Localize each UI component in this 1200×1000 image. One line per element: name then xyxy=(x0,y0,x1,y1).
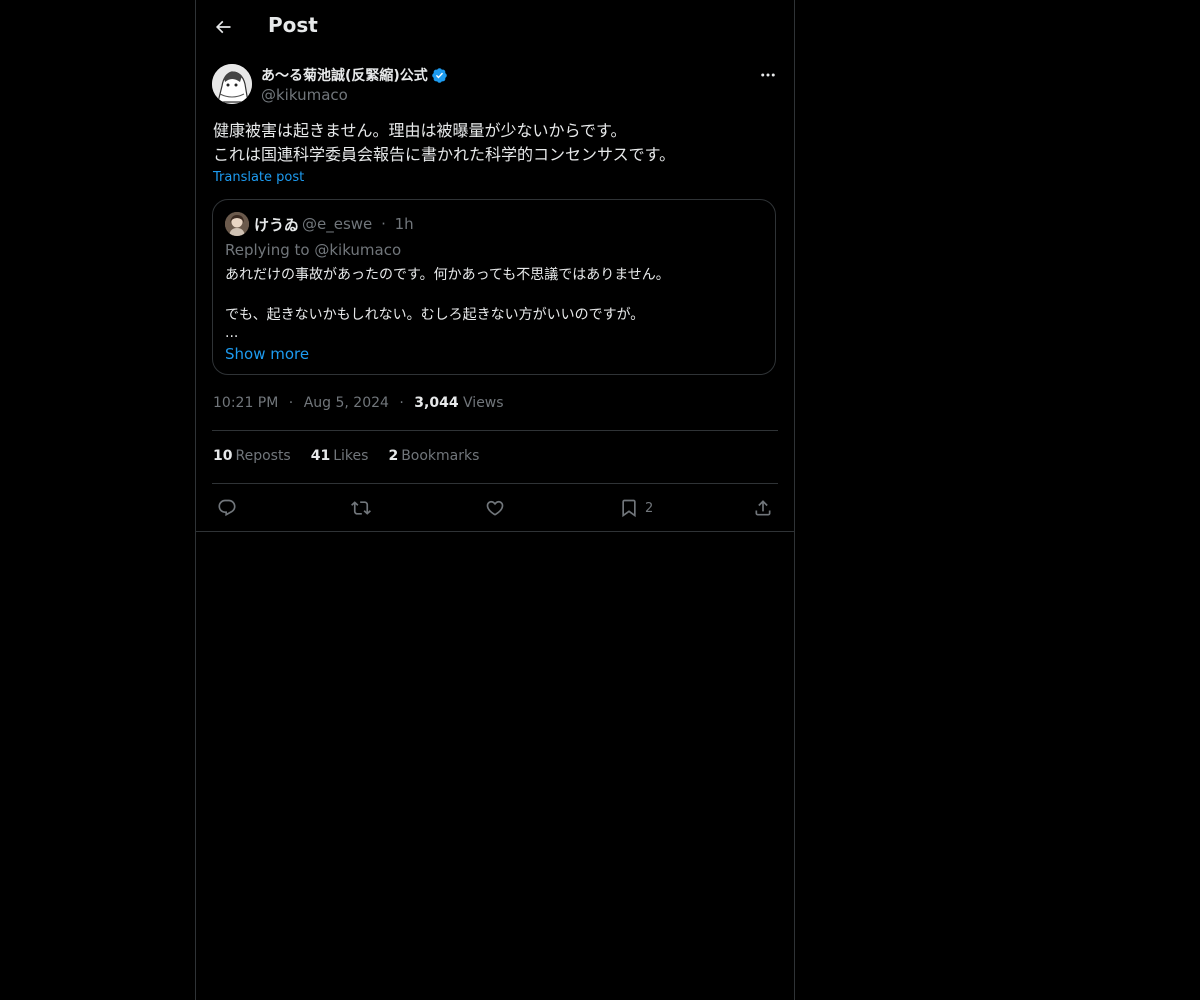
author-avatar[interactable] xyxy=(212,64,252,104)
bookmarks-stat[interactable]: 2 Bookmarks xyxy=(388,448,479,464)
repost-button[interactable] xyxy=(351,496,371,520)
arrow-left-icon xyxy=(215,20,231,34)
likes-count: 41 xyxy=(310,448,331,464)
share-icon xyxy=(755,500,771,516)
bookmarks-count: 2 xyxy=(388,448,399,464)
meta-separator: · xyxy=(399,395,404,411)
author-name-text: あ〜る菊池誠(反緊縮)公式 xyxy=(261,68,428,84)
repost-icon xyxy=(351,501,371,515)
quote-avatar[interactable] xyxy=(225,212,249,236)
quoted-post-card[interactable]: けうゐ @e_eswe · 1h Replying to @kikumaco あ… xyxy=(212,199,776,375)
action-bar: 2 xyxy=(196,484,794,532)
quote-age: 1h xyxy=(394,215,414,233)
translate-post-link[interactable]: Translate post xyxy=(213,170,304,185)
quote-text-line: あれだけの事故があったのです。何かあっても不思議ではありません。 xyxy=(225,267,670,283)
likes-stat[interactable]: 41 Likes xyxy=(311,448,369,464)
page-header: Post xyxy=(196,0,794,54)
reply-button[interactable] xyxy=(217,496,237,520)
bookmark-icon xyxy=(622,499,636,518)
divider xyxy=(212,430,778,431)
bookmark-button[interactable]: 2 xyxy=(619,496,653,520)
verified-badge-icon xyxy=(432,67,447,83)
likes-label: Likes xyxy=(333,448,369,464)
heart-icon xyxy=(486,500,504,516)
show-more-link[interactable]: Show more xyxy=(225,345,309,363)
quote-text-line: でも、起きないかもしれない。むしろ起きない方がいいのですが。 xyxy=(225,307,645,323)
page-title: Post xyxy=(268,13,318,37)
avatar-image xyxy=(212,64,252,104)
bookmark-action-count: 2 xyxy=(645,500,654,516)
share-button[interactable] xyxy=(753,496,773,520)
more-options-button[interactable] xyxy=(754,64,782,86)
like-button[interactable] xyxy=(485,496,505,520)
views-count: 3,044 xyxy=(414,395,459,411)
quote-ellipsis: ... xyxy=(225,325,239,341)
quote-meta: @e_eswe · 1h xyxy=(302,215,414,233)
post-column: Post あ〜る菊池誠(反緊縮)公式 @kikumaco 健康被害は起きません。… xyxy=(195,0,795,1000)
quote-avatar-image xyxy=(225,212,249,236)
post-time[interactable]: 10:21 PM xyxy=(213,395,278,411)
author-handle[interactable]: @kikumaco xyxy=(261,86,348,104)
quote-author-name[interactable]: けうゐ xyxy=(254,214,299,235)
post-text-line: これは国連科学委員会報告に書かれた科学的コンセンサスです。 xyxy=(213,145,676,164)
bookmarks-label: Bookmarks xyxy=(401,448,480,464)
post-text-line: 健康被害は起きません。理由は被曝量が少ないからです。 xyxy=(213,121,627,140)
reposts-label: Reposts xyxy=(235,448,291,464)
post-meta: 10:21 PM · Aug 5, 2024 · 3,044 Views xyxy=(213,395,504,411)
views-label: Views xyxy=(463,395,504,411)
post-text: 健康被害は起きません。理由は被曝量が少ないからです。 これは国連科学委員会報告に… xyxy=(213,119,779,167)
engagement-stats: 10 Reposts 41 Likes 2 Bookmarks xyxy=(213,448,479,464)
quote-replying-to: Replying to @kikumaco xyxy=(225,241,402,259)
reply-icon xyxy=(218,499,236,517)
reposts-count: 10 xyxy=(213,448,233,464)
quote-separator: · xyxy=(381,215,386,233)
back-button[interactable] xyxy=(208,12,238,42)
more-horizontal-icon xyxy=(761,73,775,77)
reposts-stat[interactable]: 10 Reposts xyxy=(213,448,291,464)
author-name[interactable]: あ〜る菊池誠(反緊縮)公式 xyxy=(261,65,448,85)
quote-author-handle: @e_eswe xyxy=(302,215,373,233)
post-date[interactable]: Aug 5, 2024 xyxy=(304,395,389,411)
meta-separator: · xyxy=(288,395,294,411)
